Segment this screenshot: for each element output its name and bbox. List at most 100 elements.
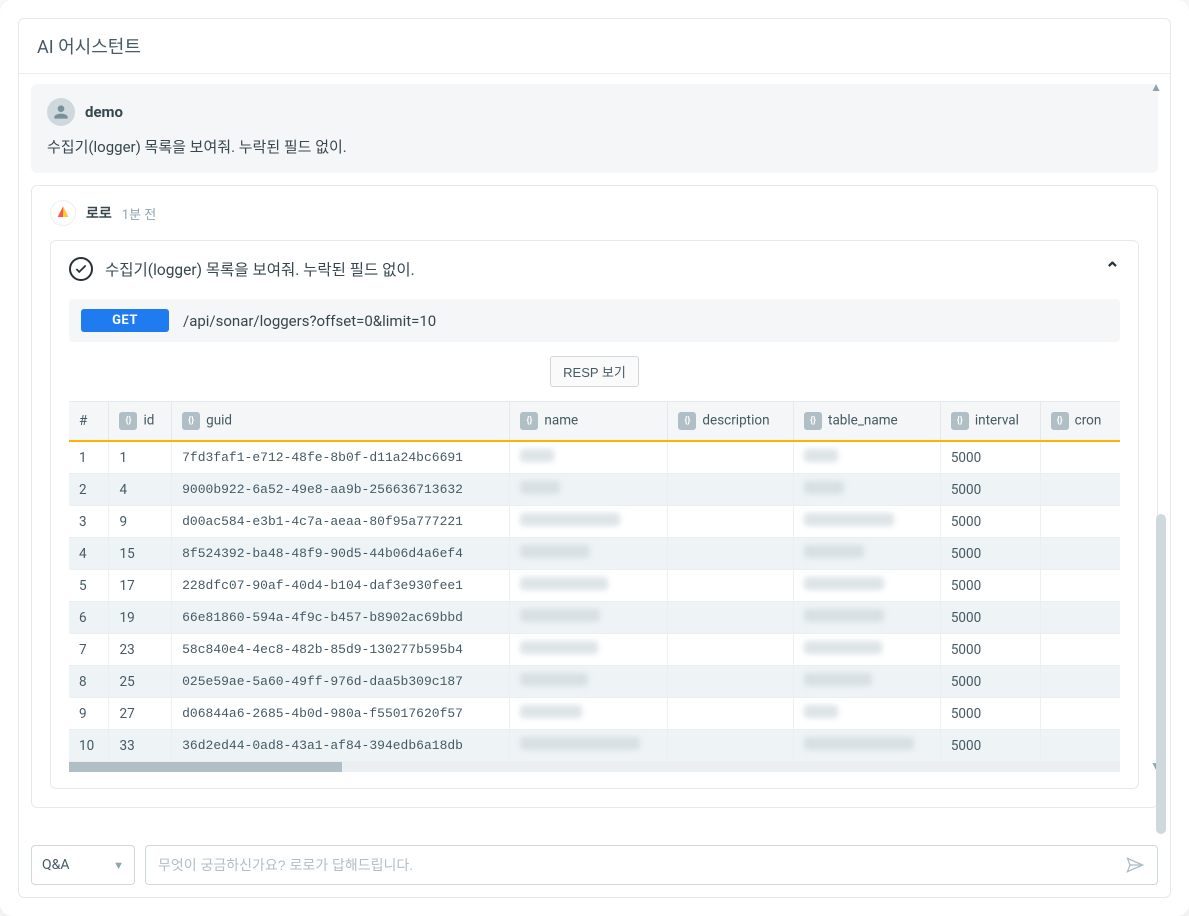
type-badge-icon: {} — [804, 412, 822, 430]
chevron-down-icon: ▼ — [113, 859, 124, 872]
table-row[interactable]: 249000b922-6a52-49e8-aa9b-25663671363250… — [69, 474, 1120, 506]
table-cell — [1040, 506, 1120, 538]
table-cell: 7fd3faf1-e712-48fe-8b0f-d11a24bc6691 — [172, 441, 510, 474]
table-row[interactable]: 103336d2ed44-0ad8-43a1-af84-394edb6a18db… — [69, 730, 1120, 762]
table-row[interactable]: 72358c840e4-4ec8-482b-85d9-130277b595b45… — [69, 634, 1120, 666]
input-bar: Q&A ▼ — [19, 835, 1170, 897]
table-cell: 9000b922-6a52-49e8-aa9b-256636713632 — [172, 474, 510, 506]
type-badge-icon: {} — [520, 412, 538, 430]
table-cell-redacted — [510, 506, 668, 538]
table-cell: 5000 — [940, 570, 1040, 602]
table-cell: 8f524392-ba48-48f9-90d5-44b06d4a6ef4 — [172, 538, 510, 570]
table-cell: 1 — [109, 441, 172, 474]
table-cell — [1040, 634, 1120, 666]
table-cell: 58c840e4-4ec8-482b-85d9-130277b595b4 — [172, 634, 510, 666]
table-cell-redacted — [510, 570, 668, 602]
user-avatar-icon — [47, 98, 75, 126]
chat-area: ▲ demo 수집기(logger) 목록을 보여줘. 누락된 필드 없이. — [19, 74, 1170, 835]
table-cell — [1040, 666, 1120, 698]
table-row[interactable]: 825025e59ae-5a60-49ff-976d-daa5b309c1875… — [69, 666, 1120, 698]
table-cell: 33 — [109, 730, 172, 762]
table-cell: 4 — [109, 474, 172, 506]
table-cell: 4 — [69, 538, 109, 570]
table-cell: d06844a6-2685-4b0d-980a-f55017620f57 — [172, 698, 510, 730]
table-cell-redacted — [794, 474, 941, 506]
table-cell-redacted — [510, 538, 668, 570]
table-row[interactable]: 517228dfc07-90af-40d4-b104-daf3e930fee15… — [69, 570, 1120, 602]
column-header[interactable]: {}id — [109, 402, 172, 441]
table-cell-redacted — [510, 666, 668, 698]
bot-avatar-icon — [50, 200, 76, 226]
column-label: # — [79, 413, 87, 429]
column-header[interactable]: {}interval — [940, 402, 1040, 441]
assistant-panel: AI 어시스턴트 ▲ demo 수집기(logger) 목록을 보여줘. 누락된… — [18, 18, 1171, 898]
type-badge-icon: {} — [182, 412, 200, 430]
table-cell-redacted — [510, 634, 668, 666]
table-cell: 9 — [109, 506, 172, 538]
table-cell: 228dfc07-90af-40d4-b104-daf3e930fee1 — [172, 570, 510, 602]
table-cell: 66e81860-594a-4f9c-b457-b8902ac69bbd — [172, 602, 510, 634]
table-row[interactable]: 117fd3faf1-e712-48fe-8b0f-d11a24bc669150… — [69, 441, 1120, 474]
table-cell-redacted — [794, 538, 941, 570]
column-label: description — [702, 413, 769, 429]
table-cell: 5000 — [940, 698, 1040, 730]
column-header[interactable]: {}name — [510, 402, 668, 441]
page-title: AI 어시스턴트 — [19, 19, 1170, 74]
table-cell-redacted — [794, 506, 941, 538]
mode-select[interactable]: Q&A ▼ — [31, 845, 135, 885]
table-cell-redacted — [668, 730, 794, 762]
table-row[interactable]: 927d06844a6-2685-4b0d-980a-f55017620f575… — [69, 698, 1120, 730]
table-cell-redacted — [794, 730, 941, 762]
table-cell: 5000 — [940, 634, 1040, 666]
horizontal-scrollbar[interactable] — [69, 762, 1120, 772]
table-cell: 36d2ed44-0ad8-43a1-af84-394edb6a18db — [172, 730, 510, 762]
table-cell: 5000 — [940, 602, 1040, 634]
bot-time: 1분 전 — [122, 204, 156, 223]
api-url: /api/sonar/loggers?offset=0&limit=10 — [183, 312, 436, 330]
table-cell-redacted — [510, 602, 668, 634]
table-row[interactable]: 61966e81860-594a-4f9c-b457-b8902ac69bbd5… — [69, 602, 1120, 634]
table-cell: 5 — [69, 570, 109, 602]
table-cell-redacted — [510, 474, 668, 506]
column-header[interactable]: {} table_name — [794, 402, 941, 441]
vertical-scrollbar[interactable] — [1156, 514, 1166, 834]
table-cell — [1040, 474, 1120, 506]
table-cell: 5000 — [940, 730, 1040, 762]
table-row[interactable]: 39d00ac584-e3b1-4c7a-aeaa-80f95a77722150… — [69, 506, 1120, 538]
column-header[interactable]: {}cron — [1040, 402, 1120, 441]
table-row[interactable]: 4158f524392-ba48-48f9-90d5-44b06d4a6ef45… — [69, 538, 1120, 570]
result-table-wrap[interactable]: #{}id{}guid{}name{}description{}table_na… — [69, 401, 1120, 772]
column-header[interactable]: {}guid — [172, 402, 510, 441]
api-bar: GET /api/sonar/loggers?offset=0&limit=10 — [69, 299, 1120, 342]
table-cell: 15 — [109, 538, 172, 570]
column-label: table_name — [828, 413, 898, 429]
task-title: 수집기(logger) 목록을 보여줘. 누락된 필드 없이. — [105, 258, 1093, 280]
table-cell: d00ac584-e3b1-4c7a-aeaa-80f95a777221 — [172, 506, 510, 538]
table-cell-redacted — [668, 474, 794, 506]
user-name: demo — [85, 103, 123, 121]
chevron-up-icon[interactable]: ⌃ — [1105, 259, 1120, 280]
table-cell-redacted — [794, 666, 941, 698]
table-cell: 1 — [69, 441, 109, 474]
table-cell-redacted — [668, 441, 794, 474]
table-cell-redacted — [794, 570, 941, 602]
type-badge-icon: {} — [1051, 412, 1069, 430]
scroll-up-icon[interactable]: ▲ — [1150, 80, 1162, 94]
table-cell: 5000 — [940, 441, 1040, 474]
table-cell: 5000 — [940, 506, 1040, 538]
column-header[interactable]: # — [69, 402, 109, 441]
send-icon[interactable] — [1125, 855, 1145, 875]
chat-input[interactable] — [158, 857, 1125, 873]
table-cell-redacted — [510, 730, 668, 762]
resp-view-button[interactable]: RESP 보기 — [550, 356, 639, 387]
table-cell-redacted — [668, 506, 794, 538]
table-cell: 7 — [69, 634, 109, 666]
table-cell: 6 — [69, 602, 109, 634]
table-cell-redacted — [668, 634, 794, 666]
table-cell-redacted — [668, 570, 794, 602]
column-header[interactable]: {}description — [668, 402, 794, 441]
column-label: interval — [975, 413, 1019, 429]
bot-message: 로로 1분 전 수집기(logger) 목록을 보여줘. 누락된 필드 없이. … — [31, 185, 1158, 808]
table-cell-redacted — [794, 634, 941, 666]
http-method-badge: GET — [81, 309, 169, 332]
